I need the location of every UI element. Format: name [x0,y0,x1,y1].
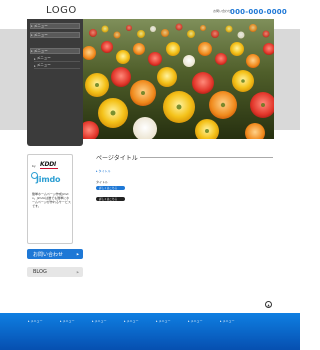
kddi-logo-underline [40,168,58,169]
footer-link-label: メニュー [30,319,43,323]
nav-item-2[interactable]: ▸ メニュー [30,32,80,38]
footer: ▸ メニュー ▸ メニュー ▸ メニュー ▸ メニュー ▸ メニュー ▸ メニュ… [0,313,300,350]
details-button-label: 詳しくはこちら [99,198,118,201]
footer-link-1[interactable]: ▸ メニュー [28,319,42,323]
footer-link-7[interactable]: ▸ メニュー [220,319,234,323]
poppy-field-illustration [83,19,274,139]
footer-link-6[interactable]: ▸ メニュー [188,319,202,323]
details-button-black[interactable]: 詳しくはこちら [96,197,125,201]
footer-link-label: メニュー [190,319,203,323]
details-button-label: 詳しくはこちら [99,187,118,190]
footer-link-label: メニュー [158,319,171,323]
phone-number: 000-000-0000 [230,8,287,16]
triangle-right-icon: ▸ [34,63,36,68]
partner-box[interactable]: by KDDI Jimdo 簡単ホームページ作成Jimdo。Jimdoは誰でも簡… [27,154,73,244]
by-label: by [32,164,36,168]
phone-label: お問い合わせ [213,9,232,13]
content-link[interactable]: ▸ タイトル [96,169,110,173]
details-button-blue[interactable]: 詳しくはこちら [96,186,125,190]
contact-button-label: お問い合わせ [33,251,64,258]
triangle-right-icon: ▸ [31,24,33,28]
page-title: ページタイトル [96,155,138,162]
partner-description: 簡単ホームページ作成Jimdo。Jimdoは誰でも簡単にホームページが作れるサー… [32,192,71,208]
footer-link-label: メニュー [126,319,139,323]
footer-link-4[interactable]: ▸ メニュー [124,319,138,323]
content-link-label: タイトル [98,169,111,173]
arrow-up-icon[interactable]: ▲ [265,301,272,308]
footer-link-label: メニュー [62,319,75,323]
footer-link-label: メニュー [94,319,107,323]
blog-button-label: BLOG [33,269,47,275]
nav-item-label: メニュー [36,56,51,60]
nav-item-label: メニュー [33,32,48,37]
triangle-right-icon: ▸ [31,33,33,37]
blog-button[interactable]: BLOG ▶ [27,267,83,277]
footer-link-5[interactable]: ▸ メニュー [156,319,170,323]
nav-subitem-2[interactable]: ▸ メニュー [34,63,80,69]
nav-item-label: メニュー [33,23,48,28]
content-text: タイトル [96,180,109,184]
jimdo-logo: Jimdo [36,175,61,184]
nav-subitem-1[interactable]: ▸ メニュー [34,56,80,62]
triangle-right-icon: ▶ [76,252,79,256]
sidebar-nav: ▸ メニュー ▸ メニュー ▸ メニュー ▸ メニュー ▸ メニュー [27,19,83,146]
triangle-right-icon: ▸ [31,49,33,53]
contact-button[interactable]: お問い合わせ ▶ [27,249,83,259]
triangle-right-icon: ▸ [34,56,36,61]
nav-item-3[interactable]: ▸ メニュー [30,48,80,54]
hero-image [83,19,274,139]
footer-link-3[interactable]: ▸ メニュー [92,319,106,323]
kddi-logo: KDDI [40,161,57,168]
triangle-right-icon: ▶ [76,270,79,274]
footer-link-2[interactable]: ▸ メニュー [60,319,74,323]
title-divider [140,157,273,158]
nav-item-label: メニュー [33,48,48,53]
nav-item-1[interactable]: ▸ メニュー [30,23,80,29]
nav-item-label: メニュー [36,63,51,67]
footer-link-label: メニュー [222,319,235,323]
site-logo[interactable]: LOGO [46,5,77,16]
